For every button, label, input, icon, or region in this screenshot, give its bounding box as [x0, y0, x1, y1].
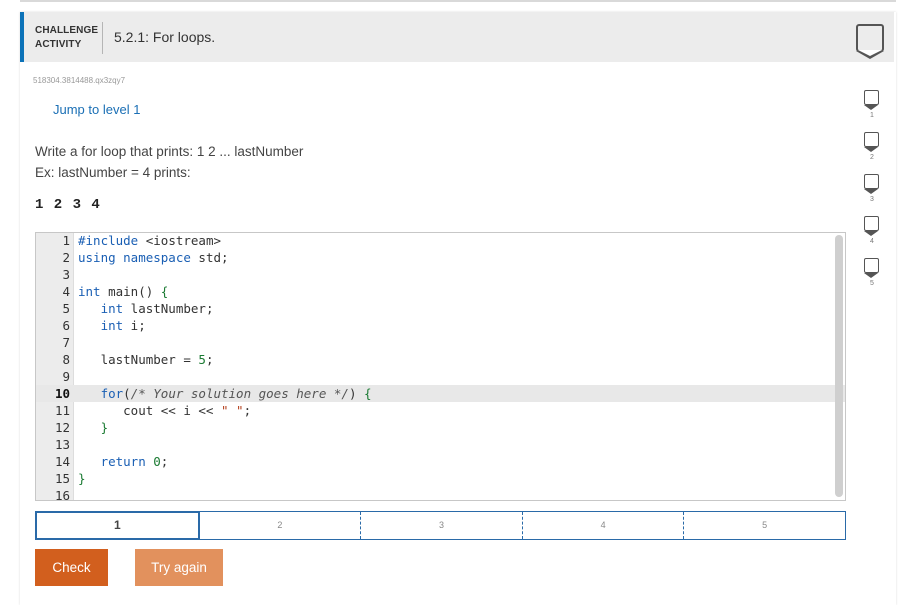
level-segment-3[interactable]: 3: [361, 512, 523, 539]
activity-title: 5.2.1: For loops.: [114, 29, 216, 45]
side-level-number: 4: [870, 238, 874, 245]
line-number: 1: [62, 233, 70, 248]
code-line[interactable]: 3: [36, 266, 845, 283]
top-rule: [20, 0, 896, 2]
jump-to-level-link[interactable]: Jump to level 1: [53, 102, 140, 117]
header-accent-bar: [20, 12, 24, 62]
line-number: 4: [62, 284, 70, 299]
code-text[interactable]: lastNumber = 5;: [78, 351, 214, 368]
line-number: 10: [54, 386, 70, 401]
code-text[interactable]: int lastNumber;: [78, 300, 214, 317]
side-level-number: 2: [870, 154, 874, 161]
code-text[interactable]: int i;: [78, 317, 146, 334]
line-number: 3: [62, 267, 70, 282]
level-segment-4[interactable]: 4: [523, 512, 685, 539]
example-output: 1 2 3 4: [35, 197, 101, 213]
code-text[interactable]: for(/* Your solution goes here */) {: [78, 385, 372, 402]
code-line[interactable]: 7: [36, 334, 845, 351]
activity-id: 518304.3814488.qx3zqy7: [33, 76, 126, 85]
level-segment-5[interactable]: 5: [684, 512, 845, 539]
line-number: 12: [54, 420, 70, 435]
code-text[interactable]: }: [78, 470, 86, 487]
instructions: Write a for loop that prints: 1 2 ... la…: [35, 141, 303, 183]
code-text[interactable]: cout << i << " ";: [78, 402, 251, 419]
code-line[interactable]: 4 int main() {: [36, 283, 845, 300]
editor-scrollbar[interactable]: [835, 235, 843, 497]
line-number: 14: [54, 454, 70, 469]
line-number: 16: [54, 488, 70, 501]
code-line[interactable]: 14 return 0;: [36, 453, 845, 470]
code-line[interactable]: 12 }: [36, 419, 845, 436]
instructions-line-2: Ex: lastNumber = 4 prints:: [35, 165, 191, 180]
activity-header: CHALLENGE ACTIVITY 5.2.1: For loops.: [20, 12, 894, 62]
line-number: 8: [62, 352, 70, 367]
code-line[interactable]: 13: [36, 436, 845, 453]
code-line[interactable]: 11 cout << i << " ";: [36, 402, 845, 419]
activity-type-label: CHALLENGE ACTIVITY: [35, 25, 99, 50]
line-number: 5: [62, 301, 70, 316]
try-again-button[interactable]: Try again: [135, 549, 223, 586]
level-segment-2[interactable]: 2: [200, 512, 362, 539]
code-text[interactable]: int main() {: [78, 283, 168, 300]
code-line[interactable]: 6 int i;: [36, 317, 845, 334]
code-line[interactable]: 16: [36, 487, 845, 501]
code-lines[interactable]: 1 #include <iostream> 2 using namespace std…: [36, 233, 845, 501]
instructions-line-1: Write a for loop that prints: 1 2 ... la…: [35, 144, 304, 159]
level-ribbon-icon: [863, 216, 879, 236]
code-line[interactable]: 2 using namespace std;: [36, 249, 845, 266]
header-divider: [102, 22, 103, 54]
check-button[interactable]: Check: [35, 549, 108, 586]
code-line[interactable]: 15}: [36, 470, 845, 487]
code-text[interactable]: return 0;: [78, 453, 169, 470]
line-number: 15: [54, 471, 70, 486]
code-text[interactable]: using namespace std;: [78, 249, 229, 266]
code-line[interactable]: 5 int lastNumber;: [36, 300, 845, 317]
line-number: 6: [62, 318, 70, 333]
level-ribbon-icon: [863, 90, 879, 110]
line-number: 13: [54, 437, 70, 452]
line-number: 11: [54, 403, 70, 418]
side-level-number: 5: [870, 280, 874, 287]
level-progress-bar: 12345: [35, 511, 846, 540]
code-line[interactable]: 8 lastNumber = 5;: [36, 351, 845, 368]
line-number: 9: [62, 369, 70, 384]
code-line[interactable]: 10 for(/* Your solution goes here */) {: [36, 385, 845, 402]
side-level-number: 3: [870, 196, 874, 203]
completion-ribbon-icon: [856, 24, 884, 59]
code-text[interactable]: }: [78, 419, 109, 436]
code-line[interactable]: 9: [36, 368, 845, 385]
line-number: 7: [62, 335, 70, 350]
level-ribbon-icon: [863, 174, 879, 194]
code-editor[interactable]: 1 #include <iostream> 2 using namespace std…: [35, 232, 846, 501]
level-segment-1[interactable]: 1: [35, 511, 200, 540]
code-text[interactable]: #include <iostream>: [78, 233, 221, 249]
code-line[interactable]: 1 #include <iostream>: [36, 233, 845, 249]
line-number: 2: [62, 250, 70, 265]
level-ribbon-icon: [863, 258, 879, 278]
level-ribbon-icon: [863, 132, 879, 152]
side-level-number: 1: [870, 112, 874, 119]
